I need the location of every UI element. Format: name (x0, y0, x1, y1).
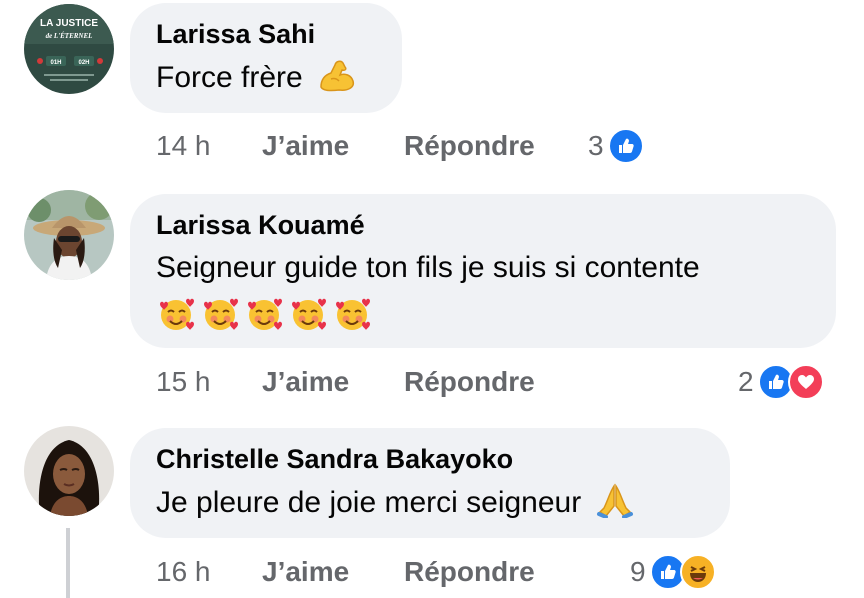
comment-timestamp[interactable]: 14 h (156, 130, 262, 162)
smiling-face-with-hearts-icon (288, 296, 328, 337)
smiling-face-with-hearts-icon (200, 296, 240, 337)
reaction-count: 2 (738, 366, 754, 397)
reply-button[interactable]: Répondre (404, 366, 535, 398)
like-reaction-icon (607, 128, 644, 164)
comment-author[interactable]: Larissa Sahi (156, 17, 376, 51)
svg-text:de L'ÉTERNEL: de L'ÉTERNEL (46, 32, 93, 40)
comment-bubble: Christelle Sandra Bakayoko Je pleure de … (130, 428, 730, 538)
comment-meta: 15 h J’aime Répondre (156, 362, 535, 402)
comment-text: Force frère (156, 57, 376, 104)
like-button[interactable]: J’aime (262, 556, 404, 588)
avatar-christelle-sandra-bakayoko[interactable] (24, 426, 114, 516)
reaction-count: 3 (588, 130, 604, 161)
reaction-summary[interactable]: 2 (738, 362, 824, 402)
reaction-count: 9 (630, 556, 646, 587)
smiling-face-with-hearts-icon (332, 296, 372, 337)
comment-timestamp[interactable]: 16 h (156, 556, 262, 588)
reaction-summary[interactable]: 3 (588, 126, 644, 166)
comment-author[interactable]: Larissa Kouamé (156, 208, 810, 242)
comment-meta: 16 h J’aime Répondre (156, 552, 535, 592)
folded-hands-icon (596, 482, 634, 529)
comment-text-content: Je pleure de joie merci seigneur (156, 486, 582, 519)
comment-text: Je pleure de joie merci seigneur (156, 482, 704, 529)
like-button[interactable]: J’aime (262, 366, 404, 398)
reply-button[interactable]: Répondre (404, 130, 535, 162)
reply-button[interactable]: Répondre (404, 556, 535, 588)
svg-text:02H: 02H (78, 60, 89, 66)
svg-text:LA JUSTICE: LA JUSTICE (40, 18, 98, 29)
comment-timestamp[interactable]: 15 h (156, 366, 262, 398)
thread-connector-line (66, 528, 70, 598)
comment-text-content: Force frère (156, 61, 303, 94)
avatar-larissa-kouame[interactable] (24, 190, 114, 280)
haha-reaction-icon (679, 554, 716, 590)
svg-text:01H: 01H (50, 60, 61, 66)
emoji-row (156, 296, 810, 337)
like-button[interactable]: J’aime (262, 130, 404, 162)
comment-author[interactable]: Christelle Sandra Bakayoko (156, 442, 704, 476)
smiling-face-with-hearts-icon (156, 296, 196, 337)
comment-meta: 14 h J’aime Répondre (156, 126, 535, 166)
reaction-summary[interactable]: 9 (630, 552, 716, 592)
avatar-larissa-sahi[interactable]: LA JUSTICE de L'ÉTERNEL 01H 02H (24, 4, 114, 94)
comment-bubble: Larissa Sahi Force frère (130, 3, 402, 113)
love-reaction-icon (787, 364, 824, 400)
flexed-biceps-icon (317, 57, 357, 104)
comment-bubble: Larissa Kouamé Seigneur guide ton fils j… (130, 194, 836, 348)
smiling-face-with-hearts-icon (244, 296, 284, 337)
comment-text: Seigneur guide ton fils je suis si conte… (156, 251, 700, 284)
